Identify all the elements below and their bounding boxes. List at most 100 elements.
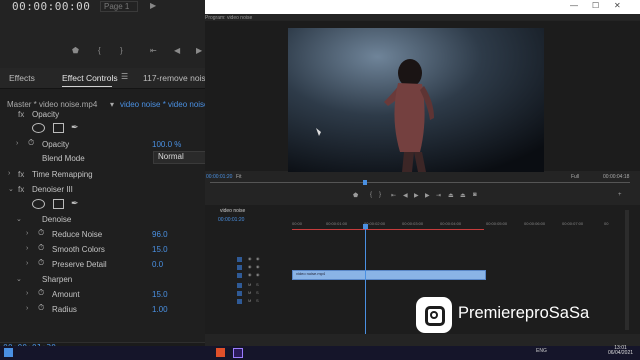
reduce-noise-label: Reduce Noise (52, 230, 103, 239)
page-select[interactable]: Page 1 (100, 1, 139, 12)
step-back-icon[interactable]: ◀ (403, 192, 408, 199)
time-remapping-header[interactable]: Time Remapping (32, 170, 93, 179)
in-point-icon[interactable]: { (370, 192, 372, 198)
preserve-detail-label: Preserve Detail (52, 260, 107, 269)
premiere-icon[interactable] (233, 348, 243, 358)
marker-icon[interactable]: ⬟ (353, 192, 358, 199)
collapse-arrow-icon[interactable]: ⌄ (16, 215, 22, 223)
program-scrub-bar[interactable] (210, 182, 630, 183)
timeline-playhead[interactable] (365, 224, 366, 334)
ellipse-mask-icon[interactable] (32, 123, 45, 133)
track-header-a2[interactable]: MS (228, 290, 288, 298)
preserve-detail-value[interactable]: 0.0 (152, 260, 163, 269)
stopwatch-icon[interactable]: ⏱ (38, 243, 44, 253)
camera-icon[interactable]: ◙ (473, 192, 477, 198)
tab-effect-controls[interactable]: Effect Controls (62, 73, 118, 83)
video-frame (288, 28, 544, 172)
maximize-icon[interactable]: ☐ (592, 1, 599, 10)
extract-icon[interactable]: ⏏ (460, 192, 466, 199)
video-frame-image (288, 28, 544, 172)
chevron-down-icon[interactable]: ▾ (110, 100, 114, 109)
track-header-a3[interactable]: MS (228, 298, 288, 306)
blend-mode-select[interactable]: Normal (153, 151, 205, 164)
expand-arrow-icon[interactable]: › (26, 230, 28, 237)
panel-menu-icon[interactable]: ☰ (121, 72, 128, 81)
zoom-select[interactable]: Fit (236, 174, 242, 180)
track-header-v1[interactable]: ◉ ◉ (228, 272, 288, 280)
timeline-scrollbar[interactable] (625, 210, 629, 330)
work-area-bar[interactable] (292, 229, 484, 230)
track-header-v3[interactable]: ◉ ◉ (228, 256, 288, 264)
pen-mask-icon[interactable]: ✒ (71, 198, 79, 209)
pen-mask-icon[interactable]: ✒ (71, 122, 79, 133)
denoiser-header[interactable]: Denoiser III (32, 185, 73, 194)
ruler-label: 00:00:06:00 (524, 221, 546, 226)
in-point-icon[interactable]: { (98, 46, 101, 55)
sharpen-group-label[interactable]: Sharpen (42, 275, 72, 284)
blend-mode-label: Blend Mode (42, 154, 85, 163)
collapse-arrow-icon[interactable]: ⌄ (8, 185, 14, 193)
source-timecode[interactable]: 00:00:00:00 (12, 0, 90, 13)
system-tray[interactable]: ENG (536, 348, 547, 354)
stopwatch-icon[interactable]: ⏱ (38, 288, 44, 298)
go-to-in-icon[interactable]: ⇤ (150, 46, 157, 55)
opacity-value[interactable]: 100.0 % (152, 140, 181, 149)
minimize-icon[interactable]: — (570, 1, 578, 10)
play-icon[interactable]: ▶ (150, 1, 156, 10)
taskbar-clock[interactable]: 13:01 06/04/2021 (608, 346, 633, 356)
play-button[interactable]: ▶ (196, 46, 202, 55)
stopwatch-icon[interactable]: ⏱ (38, 228, 44, 238)
ellipse-mask-icon[interactable] (32, 199, 45, 209)
quality-select[interactable]: Full (571, 174, 579, 180)
ruler-label: 00:00:05:00 (486, 221, 508, 226)
radius-value[interactable]: 1.00 (152, 305, 168, 314)
track-header-a1[interactable]: MS (228, 282, 288, 290)
source-master-clip[interactable]: Master * video noise.mp4 (7, 100, 97, 109)
go-to-out-icon[interactable]: ⇥ (436, 192, 441, 199)
fx-badge: fx (18, 185, 25, 194)
lift-icon[interactable]: ⏏ (448, 192, 454, 199)
out-point-icon[interactable]: } (379, 192, 381, 198)
expand-arrow-icon[interactable]: › (26, 290, 28, 297)
stopwatch-icon[interactable]: ⏱ (28, 138, 34, 148)
stopwatch-icon[interactable]: ⏱ (38, 258, 44, 268)
smooth-colors-value[interactable]: 15.0 (152, 245, 168, 254)
tab-effects[interactable]: Effects (9, 73, 35, 83)
add-button-icon[interactable]: + (618, 192, 622, 198)
timeline-tab[interactable]: video noise (220, 208, 245, 214)
expand-arrow-icon[interactable]: › (8, 170, 10, 177)
stopwatch-icon[interactable]: ⏱ (38, 303, 44, 313)
instagram-dot (441, 307, 443, 309)
rectangle-mask-icon[interactable] (53, 123, 64, 133)
program-playhead[interactable] (363, 180, 367, 185)
amount-value[interactable]: 15.0 (152, 290, 168, 299)
ruler-label: 00:00:01:00 (326, 221, 348, 226)
expand-arrow-icon[interactable]: › (26, 245, 28, 252)
out-point-icon[interactable]: } (120, 46, 123, 55)
step-forward-icon[interactable]: ▶ (425, 192, 430, 199)
expand-arrow-icon[interactable]: › (26, 260, 28, 267)
ruler-label: 00:00 (292, 221, 303, 226)
expand-arrow-icon[interactable]: › (26, 305, 28, 312)
rectangle-mask-icon[interactable] (53, 199, 64, 209)
collapse-arrow-icon[interactable]: ⌄ (16, 275, 22, 283)
office-icon[interactable] (216, 348, 225, 357)
denoise-group-label[interactable]: Denoise (42, 215, 71, 224)
playhead-handle[interactable] (363, 224, 368, 229)
reduce-noise-value[interactable]: 96.0 (152, 230, 168, 239)
opacity-header[interactable]: Opacity (32, 110, 59, 119)
step-back-icon[interactable]: ◀ (174, 46, 180, 55)
tab-remove-noise[interactable]: 117-remove noise (143, 73, 210, 83)
sequence-clip-link[interactable]: video noise * video noise (120, 100, 209, 109)
start-icon[interactable] (4, 348, 13, 357)
timeline-timecode[interactable]: 00:00:01:20 (218, 217, 244, 223)
overlay-handle: PremiereproSaSa (458, 304, 590, 322)
duration-timecode: 00:00:04:18 (603, 174, 630, 180)
close-icon[interactable]: ✕ (614, 1, 621, 10)
track-header-v2[interactable]: ◉ ◉ (228, 264, 288, 272)
go-to-in-icon[interactable]: ⇤ (391, 192, 396, 199)
marker-icon[interactable]: ⬟ (72, 46, 79, 55)
program-timecode[interactable]: 00:00:01:20 (206, 174, 232, 180)
play-button[interactable]: ▶ (414, 192, 419, 199)
expand-arrow-icon[interactable]: › (16, 140, 18, 147)
